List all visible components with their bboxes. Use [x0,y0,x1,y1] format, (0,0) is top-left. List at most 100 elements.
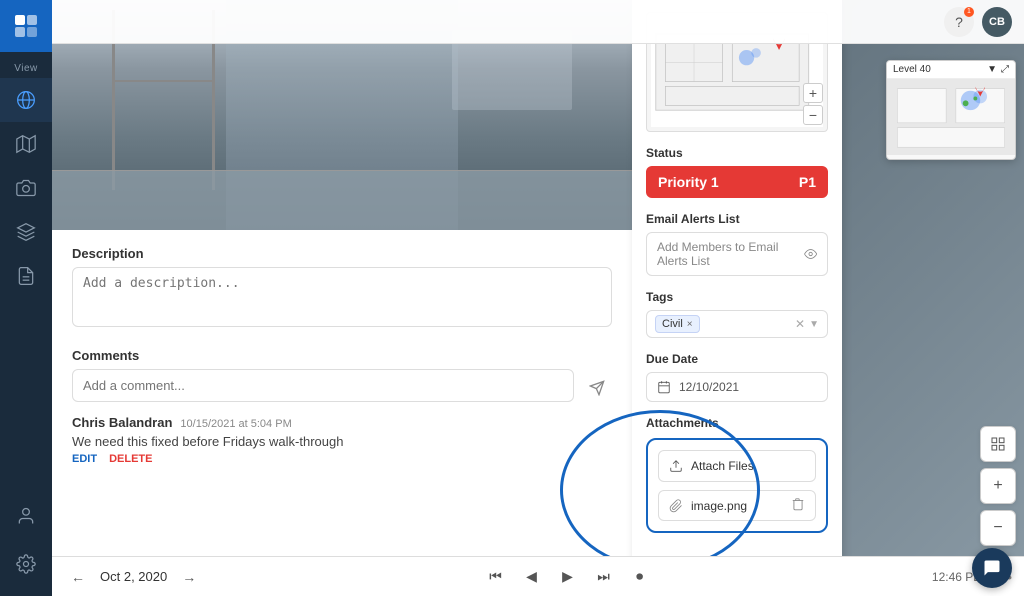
bottom-toolbar: ← Oct 2, 2020 → ⏮ ◀ ▶ ⏭ ⏺ 12:46 PDT ••• [52,556,1024,596]
tag-civil: Civil × [655,315,700,333]
delete-attachment-button[interactable] [791,497,805,514]
mini-map-level: Level 40 [893,64,931,75]
description-label: Description [72,246,612,261]
paperclip-icon [669,499,683,513]
mini-map-header: Level 40 ▼ ⤢ [887,61,1015,79]
prev-date-button[interactable]: ← [64,563,92,591]
mini-map-svg [887,79,1015,155]
sidebar-item-globe[interactable] [0,78,52,122]
comments-label: Comments [72,348,612,363]
play-button[interactable]: ▶ [554,563,582,591]
date-nav-group: ← Oct 2, 2020 → [64,563,203,591]
calendar-icon [657,380,671,394]
zoom-out-button[interactable]: − [980,510,1016,546]
notification-badge: 1 [964,7,974,17]
comment-input-row [72,369,612,403]
sidebar-item-map[interactable] [0,122,52,166]
description-input[interactable] [72,267,612,327]
prev-frame-button[interactable]: ◀ [518,563,546,591]
status-value: Priority 1 [658,174,719,190]
mini-map-filter-icon[interactable]: ▼ [987,64,997,75]
due-date-label: Due Date [646,352,828,366]
comment-entry: Chris Balandran 10/15/2021 at 5:04 PM We… [72,415,612,465]
sidebar-item-layers[interactable] [0,210,52,254]
comment-input[interactable] [72,369,574,402]
globe-icon [16,90,36,110]
email-alerts-label: Email Alerts List [646,212,828,226]
tags-chevron-icon[interactable]: ▼ [809,319,819,330]
playback-controls: ⏮ ◀ ▶ ⏭ ⏺ [482,563,654,591]
attachments-block: Attachments Attach Files image.png [646,416,828,533]
logo-icon [12,12,40,40]
eye-icon [804,246,817,262]
tags-label: Tags [646,290,828,304]
due-date-input[interactable]: 12/10/2021 [646,372,828,402]
attachment-filename: image.png [691,499,747,513]
user-avatar[interactable]: CB [982,7,1012,37]
status-badge[interactable]: Priority 1 P1 [646,166,828,198]
attachment-item: image.png [658,490,816,521]
email-alerts-block: Email Alerts List Add Members to Email A… [646,212,828,276]
tags-block: Tags Civil × ✕ ▼ [646,290,828,338]
sidebar-item-settings[interactable] [0,542,52,586]
sidebar-item-person[interactable] [0,494,52,538]
topbar: ? 1 CB [52,0,1024,44]
date-label: Oct 2, 2020 [100,569,167,584]
attachments-label: Attachments [646,416,828,430]
comment-actions: EDIT DELETE [72,453,612,465]
tag-remove-button[interactable]: × [687,319,693,330]
attach-files-label: Attach Files [691,459,754,473]
gear-icon [16,554,36,574]
comment-author: Chris Balandran [72,415,172,430]
sidebar-item-document[interactable] [0,254,52,298]
person-icon [16,506,36,526]
mini-map-expand-icon[interactable]: ⤢ [1001,64,1009,75]
comments-block: Comments Chris Balandran 10/15/2021 at 5… [72,348,612,465]
chat-bubble-button[interactable] [972,548,1012,588]
status-block: Status Priority 1 P1 [646,146,828,198]
sidebar-item-camera[interactable] [0,166,52,210]
email-alerts-placeholder: Add Members to Email Alerts List [657,240,804,268]
record-button[interactable]: ⏺ [626,563,654,591]
status-code: P1 [799,174,816,190]
tags-input[interactable]: Civil × ✕ ▼ [646,310,828,338]
description-block: Description [72,246,612,332]
modal-content: Description Comments Chris Balandran 10/… [52,230,632,596]
layers-icon [16,222,36,242]
status-label: Status [646,146,828,160]
send-comment-button[interactable] [582,373,612,403]
sidebar-bottom [0,494,52,596]
email-alerts-input[interactable]: Add Members to Email Alerts List [646,232,828,276]
panel-settings-button[interactable] [980,426,1016,462]
mini-map: Level 40 ▼ ⤢ [886,60,1016,160]
zoom-in-button[interactable]: + [980,468,1016,504]
comment-text: We need this fixed before Fridays walk-t… [72,434,612,449]
send-icon [589,380,605,396]
tags-clear-button[interactable]: ✕ [795,317,805,331]
attach-files-button[interactable]: Attach Files [658,450,816,482]
help-button[interactable]: ? 1 [944,7,974,37]
due-date-value: 12/10/2021 [679,380,739,394]
trash-icon [791,497,805,511]
app-logo[interactable] [0,0,52,52]
modal-panel: Description Comments Chris Balandran 10/… [52,0,632,596]
panel-icon [990,436,1006,452]
floorplan-zoom-out-button[interactable]: − [803,105,823,125]
comment-time: 10/15/2021 at 5:04 PM [180,418,291,430]
due-date-block: Due Date 12/10/2021 [646,352,828,402]
chat-icon [982,558,1002,578]
document-icon [16,266,36,286]
floorplan-zoom-in-button[interactable]: + [803,83,823,103]
attachments-section: Attach Files image.png [646,438,828,533]
delete-comment-button[interactable]: DELETE [109,453,152,465]
view-label: View [14,53,38,78]
next-frame-button[interactable]: ⏭ [590,563,618,591]
mini-map-content [887,79,1015,155]
next-date-button[interactable]: → [175,563,203,591]
right-controls: + − [980,426,1016,546]
camera-icon [16,178,36,198]
edit-comment-button[interactable]: EDIT [72,453,97,465]
upload-icon [669,459,683,473]
map-icon [16,134,36,154]
skip-start-button[interactable]: ⏮ [482,563,510,591]
